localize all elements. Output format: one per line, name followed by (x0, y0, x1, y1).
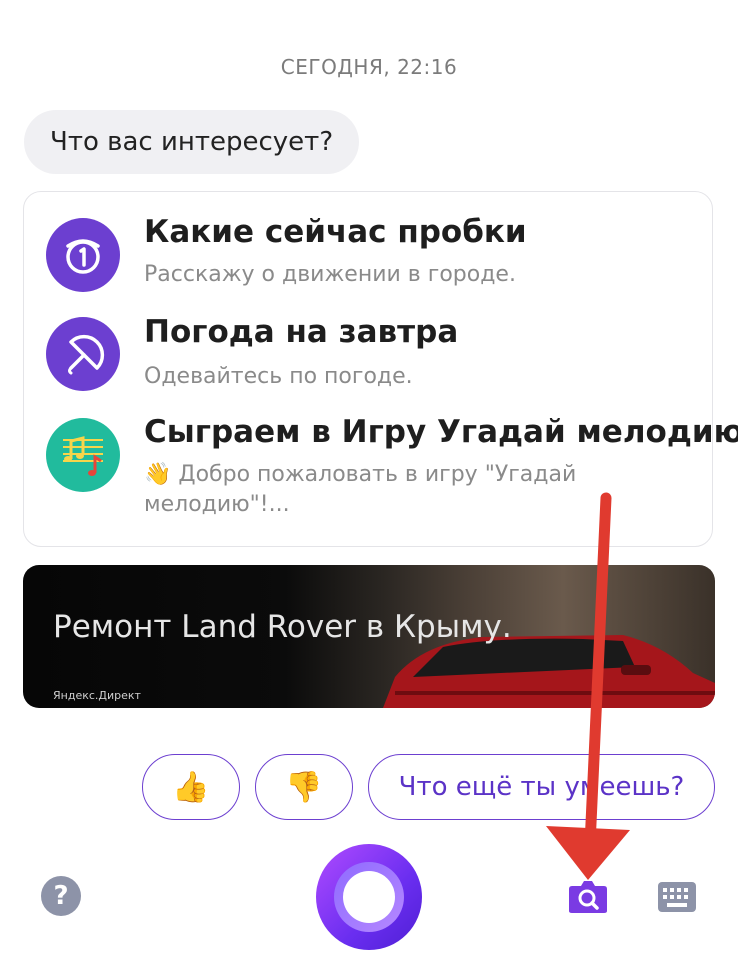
suggestions-card: Какие сейчас пробки Расскажу о движении … (23, 191, 738, 547)
what-else-button[interactable]: Что ещё ты умеешь? (368, 754, 715, 820)
question-icon[interactable]: ? (41, 876, 81, 916)
suggestion-description: Одевайтесь по погоде. (144, 364, 413, 389)
assistant-message-bubble: Что вас интересует? (24, 110, 360, 174)
dislike-button[interactable]: 👎 (255, 754, 353, 820)
suggestion-weather[interactable]: Погода на завтра Одевайтесь по погоде. (24, 292, 712, 392)
suggestion-melody-game[interactable]: Сыграем в Игру Угадай мелодию 👋 Добро по… (24, 392, 738, 542)
suggestion-title: Какие сейчас пробки (144, 214, 527, 250)
like-button[interactable]: 👍 (142, 754, 240, 820)
suggestion-traffic[interactable]: Какие сейчас пробки Расскажу о движении … (24, 192, 712, 292)
ad-title: Ремонт Land Rover в Крыму. (53, 609, 512, 645)
suggestion-description: 👋 Добро пожаловать в игру "Угадай мелоди… (144, 462, 577, 517)
thumbs-up-icon: 👍 (172, 769, 210, 805)
music-notes-icon (46, 418, 120, 492)
ad-source-label: Яндекс.Директ (53, 689, 141, 702)
assistant-message-text: Что вас интересует? (50, 127, 334, 157)
umbrella-icon (46, 317, 120, 391)
suggestion-description: Расскажу о движении в городе. (144, 262, 516, 287)
suggestion-title: Погода на завтра (144, 314, 459, 350)
keyboard-icon[interactable] (658, 882, 696, 912)
traffic-clock-icon (46, 218, 120, 292)
ad-banner[interactable]: Ремонт Land Rover в Крыму. Яндекс.Директ (23, 565, 715, 708)
thumbs-down-icon: 👎 (285, 769, 323, 805)
alice-voice-button[interactable] (316, 844, 422, 950)
camera-search-icon[interactable] (568, 878, 608, 914)
suggestion-title: Сыграем в Игру Угадай мелодию (144, 414, 738, 450)
timestamp: СЕГОДНЯ, 22:16 (280, 55, 458, 79)
what-else-label: Что ещё ты умеешь? (398, 772, 685, 802)
